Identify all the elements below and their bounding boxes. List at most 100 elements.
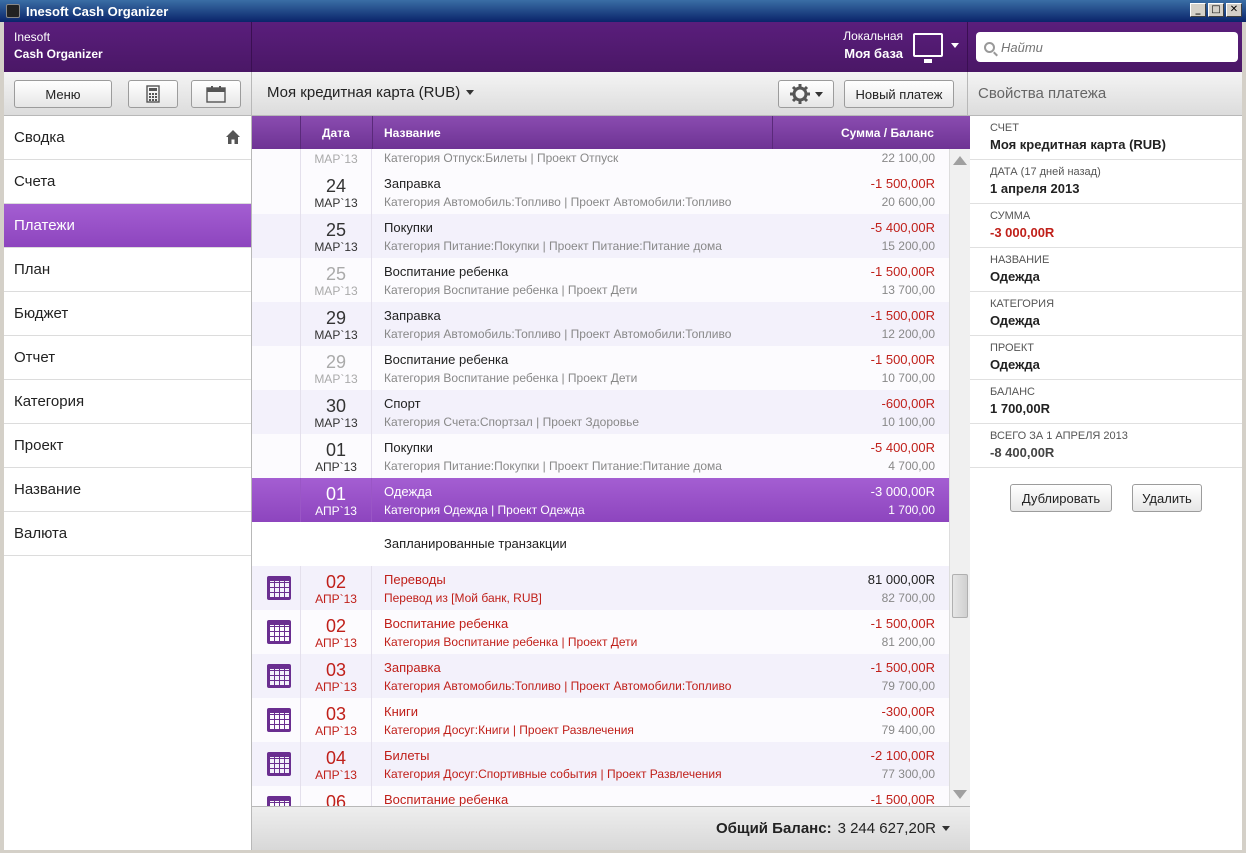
calendar-icon	[267, 752, 291, 776]
search-input[interactable]	[1001, 39, 1221, 55]
sidebar-item-accounts[interactable]: Счета	[4, 160, 251, 204]
payment-row[interactable]: 02 АПР`13 Воспитание ребенка Категория Восп…	[252, 610, 949, 654]
scroll-thumb[interactable]	[952, 574, 968, 618]
sidebar-item-category[interactable]: Категория	[4, 380, 251, 424]
search-box[interactable]	[976, 32, 1238, 62]
sidebar-item-currency[interactable]: Валюта	[4, 512, 251, 556]
date-day: 24	[325, 176, 347, 196]
property-value: -8 400,00R	[990, 445, 1055, 460]
menu-button[interactable]: Меню	[14, 80, 112, 108]
payment-row[interactable]: 04 АПР`13 Билеты Категория Досуг:Спортивные…	[252, 742, 949, 786]
date-month: АПР`13	[315, 592, 357, 606]
date-day: 03	[325, 704, 347, 724]
date-day: 03	[325, 660, 347, 680]
date-month: МАР`13	[314, 284, 358, 298]
section-header[interactable]: Запланированные транзакции	[252, 522, 949, 566]
vertical-scrollbar[interactable]	[949, 149, 970, 806]
search-icon	[984, 41, 995, 53]
close-button[interactable]: ✕	[1226, 3, 1242, 17]
payment-row[interactable]: 01 АПР`13 Покупки Категория Питание:Покупки…	[252, 434, 949, 478]
payment-row[interactable]: 29 МАР`13 Заправка Категория Автомобиль:Топ…	[252, 302, 949, 346]
date-day: 29	[325, 308, 347, 328]
date-month: АПР`13	[315, 504, 357, 518]
delete-button[interactable]: Удалить	[1132, 484, 1202, 512]
window-titlebar: Inesoft Cash Organizer _ □ ✕	[0, 0, 1246, 22]
payment-row[interactable]: 30 МАР`13 Спорт Категория Счета:Спортзал | …	[252, 390, 949, 434]
sidebar-item-payee[interactable]: Название	[4, 468, 251, 512]
payment-amount: -1 500,00R	[870, 792, 935, 806]
date-day: 04	[325, 748, 347, 768]
duplicate-button[interactable]: Дублировать	[1010, 484, 1112, 512]
chevron-down-icon[interactable]	[951, 42, 959, 48]
database-selector[interactable]: Локальная Моя база	[843, 28, 959, 63]
column-header-name[interactable]: Название	[384, 126, 441, 140]
payment-row[interactable]: 29 МАР`13 Воспитание ребенка Категория Восп…	[252, 346, 949, 390]
payment-amount: 81 000,00R	[867, 572, 935, 587]
maximize-button[interactable]: □	[1208, 3, 1224, 17]
property-item: БАЛАНС 1 700,00R	[970, 380, 1242, 424]
sidebar-item-payments[interactable]: Платежи	[4, 204, 251, 248]
date-cell: 01 АПР`13	[300, 478, 372, 522]
minimize-button[interactable]: _	[1190, 3, 1206, 17]
brand-line1: Inesoft	[14, 30, 51, 44]
sidebar-item-plan[interactable]: План	[4, 248, 251, 292]
total-balance-value[interactable]: 3 244 627,20R	[838, 820, 936, 837]
date-cell: 29 МАР`13	[300, 346, 372, 390]
payment-balance: 1 700,00	[888, 503, 935, 517]
calendar-icon	[267, 620, 291, 644]
chevron-down-icon[interactable]	[942, 826, 950, 831]
payment-row[interactable]: 06АПР`13 Воспитание ребенка -1 500,00R	[252, 786, 949, 806]
date-cell: 02 АПР`13	[300, 566, 372, 610]
payment-details: Категория Питание:Покупки | Проект Питан…	[384, 239, 722, 253]
date-day: 02	[325, 616, 347, 636]
payment-balance: 79 700,00	[881, 679, 935, 693]
date-cell: 03 АПР`13	[300, 698, 372, 742]
payment-row[interactable]: 03 АПР`13 Заправка Категория Автомобиль:Топ…	[252, 654, 949, 698]
sidebar-item-report[interactable]: Отчет	[4, 336, 251, 380]
payment-row[interactable]: 25 МАР`13 Воспитание ребенка Категория Восп…	[252, 258, 949, 302]
property-value: Моя кредитная карта (RUB)	[990, 137, 1166, 152]
payment-row[interactable]: 01 АПР`13 Одежда Категория Одежда | Проект …	[252, 478, 949, 522]
settings-button[interactable]	[778, 80, 834, 108]
payment-row[interactable]: 03 АПР`13 Книги Категория Досуг:Книги | Про…	[252, 698, 949, 742]
payment-name: Спорт	[384, 396, 421, 411]
date-day: 06	[325, 792, 347, 806]
sidebar-item-label: Проект	[14, 437, 64, 454]
home-icon[interactable]	[225, 129, 241, 145]
calendar-button[interactable]	[191, 80, 241, 108]
payment-balance: 82 700,00	[881, 591, 935, 605]
calculator-button[interactable]	[128, 80, 178, 108]
payment-row[interactable]: 24 МАР`13 Заправка Категория Автомобиль:Топ…	[252, 170, 949, 214]
property-label: ВСЕГО ЗА 1 АПРЕЛЯ 2013	[990, 430, 1128, 442]
sidebar-item-label: Счета	[14, 173, 56, 190]
payment-name: Одежда	[384, 484, 433, 499]
header-bar: Inesoft Cash Organizer Локальная Моя баз…	[4, 22, 1242, 72]
date-cell: 29 МАР`13	[300, 302, 372, 346]
property-item: ДАТА (17 дней назад) 1 апреля 2013	[970, 160, 1242, 204]
sidebar-item-project[interactable]: Проект	[4, 424, 251, 468]
payment-amount: -1 500,00R	[870, 264, 935, 279]
column-header-date[interactable]: Дата	[322, 126, 350, 140]
sidebar-item-budget[interactable]: Бюджет	[4, 292, 251, 336]
payment-details: Перевод из [Мой банк, RUB]	[384, 591, 542, 605]
payment-amount: -600,00R	[881, 396, 935, 411]
payment-details: Категория Досуг:Книги | Проект Развлечен…	[384, 723, 634, 737]
payment-row[interactable]: 02 АПР`13 Переводы Перевод из [Мой банк, RU…	[252, 566, 949, 610]
payment-amount: -2 100,00R	[870, 748, 935, 763]
header-middle: Локальная Моя база	[252, 22, 968, 72]
column-header-amount[interactable]: Сумма / Баланс	[841, 126, 934, 140]
property-label: ДАТА (17 дней назад)	[990, 166, 1101, 178]
property-item: СЧЕТ Моя кредитная карта (RUB)	[970, 116, 1242, 160]
payment-row[interactable]: 25 МАР`13 Покупки Категория Питание:Покупки…	[252, 214, 949, 258]
new-payment-button[interactable]: Новый платеж	[844, 80, 954, 108]
date-day: 29	[325, 352, 347, 372]
scroll-up-icon[interactable]	[953, 156, 967, 165]
scroll-down-icon[interactable]	[953, 790, 967, 799]
payment-name: Воспитание ребенка	[384, 264, 509, 279]
sidebar-item-summary[interactable]: Сводка	[4, 116, 251, 160]
date-cell: 21МАР`13	[300, 149, 372, 170]
property-value: 1 700,00R	[990, 401, 1050, 416]
account-selector[interactable]: Моя кредитная карта (RUB)	[267, 84, 475, 101]
date-month: МАР`13	[314, 328, 358, 342]
payment-row[interactable]: 21МАР`13БилетыКатегория Отпуск:Билеты | …	[252, 149, 949, 170]
